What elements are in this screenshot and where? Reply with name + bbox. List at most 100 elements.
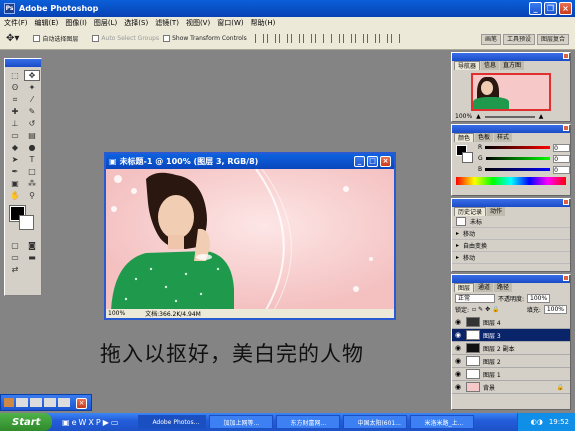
lasso-tool-icon[interactable]: ʘ [7, 82, 23, 93]
tab-info[interactable]: 信息 [481, 61, 500, 70]
distribute-right-icon[interactable] [390, 34, 400, 43]
toolbar-button[interactable] [30, 398, 42, 407]
magic-wand-icon[interactable]: ✦ [24, 82, 40, 93]
navigator-panel-header[interactable] [452, 53, 570, 61]
minimize-button[interactable]: _ [529, 2, 542, 15]
media-icon[interactable]: ▶ [103, 418, 109, 427]
document-zoom[interactable]: 100% [108, 310, 125, 317]
standard-mode-icon[interactable]: ▢ [7, 240, 23, 251]
ppt-icon[interactable]: P [96, 418, 101, 427]
eye-icon[interactable]: ◉ [455, 383, 463, 391]
menu-filter[interactable]: 滤镜(T) [155, 18, 179, 28]
folder-icon[interactable]: ▣ [62, 418, 70, 427]
align-center-icon[interactable] [302, 34, 312, 43]
notes-tool-icon[interactable]: ▣ [7, 178, 23, 189]
toolbar-button[interactable] [16, 398, 28, 407]
red-value[interactable]: 0 [553, 143, 570, 152]
align-bottom-icon[interactable] [278, 34, 288, 43]
zoom-out-icon[interactable]: ▲ [476, 113, 481, 120]
panel-close-icon[interactable] [563, 53, 569, 59]
blue-value[interactable]: 0 [553, 165, 570, 174]
doc-maximize-button[interactable]: □ [367, 156, 378, 167]
taskbar-button[interactable]: 中国太阳(601... [343, 415, 408, 429]
blur-tool-icon[interactable]: ◆ [7, 142, 23, 153]
eye-icon[interactable]: ◉ [455, 370, 463, 378]
screen-mode-icon[interactable]: ▭ [7, 252, 23, 263]
menu-window[interactable]: 窗口(W) [217, 18, 243, 28]
color-spectrum[interactable] [456, 177, 566, 185]
lock-icons[interactable]: ▫✎✥🔒 [472, 306, 502, 313]
show-transform-controls-checkbox[interactable] [163, 35, 171, 42]
layer-row[interactable]: ◉ 背景 🔒 [452, 381, 570, 394]
document-title-bar[interactable]: ▣ 未标题-1 @ 100% (图层 3, RGB/8) _ □ × [106, 154, 394, 169]
tab-tool-presets[interactable]: 工具预设 [502, 34, 535, 45]
tab-navigator[interactable]: 导航器 [454, 61, 481, 70]
zoom-tool-icon[interactable]: ⚲ [24, 190, 40, 201]
healing-brush-icon[interactable]: ✚ [7, 106, 23, 117]
toolbar-button[interactable] [44, 398, 56, 407]
layer-row[interactable]: ◉ 图层 2 副本 [452, 342, 570, 355]
layer-row[interactable]: ◉ 图层 4 [452, 316, 570, 329]
align-top-icon[interactable] [254, 34, 264, 43]
opacity-input[interactable]: 100% [527, 294, 551, 303]
eye-icon[interactable]: ◉ [455, 318, 463, 326]
word-icon[interactable]: W [78, 418, 86, 427]
menu-help[interactable]: 帮助(H) [251, 18, 276, 28]
menu-file[interactable]: 文件(F) [4, 18, 28, 28]
taskbar-button-photoshop[interactable]: Adobe Photos... [138, 415, 207, 429]
tab-layer-comps[interactable]: 图层复合 [536, 34, 569, 45]
pen-tool-icon[interactable]: ✒ [7, 166, 23, 177]
distribute-left-icon[interactable] [366, 34, 376, 43]
quick-mask-icon[interactable]: ◙ [24, 240, 40, 251]
menu-edit[interactable]: 编辑(E) [35, 18, 59, 28]
eyedropper-icon[interactable]: ⁂ [24, 178, 40, 189]
tab-histogram[interactable]: 直方图 [500, 61, 525, 70]
close-button[interactable]: × [559, 2, 572, 15]
eraser-tool-icon[interactable]: ▭ [7, 130, 23, 141]
tray-icons[interactable]: ◐◑ [531, 418, 543, 426]
tab-history[interactable]: 历史记录 [454, 207, 487, 216]
doc-close-button[interactable]: × [380, 156, 391, 167]
panel-close-icon[interactable] [563, 275, 569, 281]
layers-panel-header[interactable] [452, 275, 570, 283]
eye-icon[interactable]: ◉ [455, 331, 463, 339]
tab-layers[interactable]: 图层 [454, 283, 475, 292]
align-middle-icon[interactable] [266, 34, 276, 43]
toolbar-button[interactable] [58, 398, 70, 407]
taskbar-button[interactable]: 米洛米路_上... [410, 415, 475, 429]
move-tool-icon[interactable]: ✥ [24, 70, 40, 81]
history-item[interactable]: ▸ 自由变换 [452, 240, 570, 252]
imageready-icon[interactable]: ⇄ [7, 264, 23, 275]
blend-mode-select[interactable]: 正常 [455, 294, 495, 303]
start-button[interactable]: Start [0, 413, 52, 431]
align-left-icon[interactable] [290, 34, 300, 43]
crop-tool-icon[interactable]: ⌗ [7, 94, 23, 105]
eye-icon[interactable]: ◉ [455, 357, 463, 365]
document-canvas[interactable] [106, 169, 394, 310]
navigator-thumbnail[interactable] [471, 73, 551, 111]
tab-paths[interactable]: 路径 [494, 283, 513, 292]
full-screen-icon[interactable]: ▬ [24, 252, 40, 263]
background-color-swatch[interactable] [19, 215, 34, 230]
history-brush-icon[interactable]: ↺ [24, 118, 40, 129]
menu-select[interactable]: 选择(S) [124, 18, 148, 28]
eye-icon[interactable]: ◉ [455, 344, 463, 352]
clone-stamp-icon[interactable]: ⊥ [7, 118, 23, 129]
auto-select-groups-checkbox[interactable] [92, 35, 100, 42]
taskbar-button[interactable]: 东方财富网... [276, 415, 341, 429]
green-value[interactable]: 0 [553, 154, 570, 163]
distribute-center-icon[interactable] [378, 34, 388, 43]
panel-close-icon[interactable] [563, 125, 569, 131]
history-panel-header[interactable] [452, 199, 570, 207]
navigator-zoom[interactable]: 100% [455, 113, 472, 120]
close-button[interactable]: × [76, 398, 87, 409]
distribute-bottom-icon[interactable] [354, 34, 364, 43]
minimized-window[interactable]: × [0, 394, 92, 411]
panel-close-icon[interactable] [563, 199, 569, 205]
hand-tool-icon[interactable]: ✋ [7, 190, 23, 201]
restore-button[interactable]: ❐ [544, 2, 557, 15]
history-item[interactable]: ▸ 移动 [452, 228, 570, 240]
excel-icon[interactable]: X [88, 418, 93, 427]
dodge-tool-icon[interactable]: ● [24, 142, 40, 153]
menu-view[interactable]: 视图(V) [186, 18, 210, 28]
